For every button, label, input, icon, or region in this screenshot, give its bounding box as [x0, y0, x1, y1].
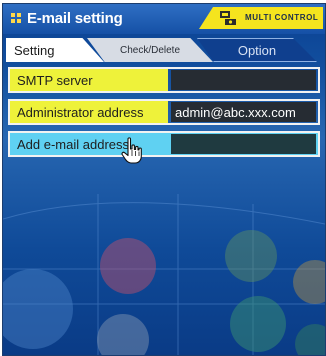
- multi-control-icon: [220, 11, 236, 25]
- settings-list: SMTP server Administrator address admin@…: [8, 67, 320, 163]
- title-bar: E-mail setting MULTI CONTROL: [3, 4, 325, 34]
- email-setting-window: E-mail setting MULTI CONTROL Option Chec…: [2, 3, 326, 356]
- administrator-address-label: Administrator address: [10, 101, 168, 123]
- administrator-address-row[interactable]: Administrator address admin@abc.xxx.com: [8, 99, 320, 125]
- window-title: E-mail setting: [27, 10, 123, 27]
- add-email-address-row[interactable]: Add e-mail address: [8, 131, 320, 157]
- tab-bar: Option Check/Delete Setting: [3, 38, 325, 62]
- smtp-server-label: SMTP server: [10, 69, 168, 91]
- badge-label: MULTI CONTROL: [245, 13, 319, 22]
- smtp-server-field[interactable]: [171, 70, 316, 90]
- tab-setting[interactable]: Setting: [6, 38, 104, 62]
- administrator-address-field[interactable]: admin@abc.xxx.com: [171, 102, 316, 122]
- tab-check-delete-label: Check/Delete: [119, 44, 181, 56]
- tab-option-label: Option: [237, 42, 277, 58]
- hand-cursor-icon: [121, 137, 142, 164]
- tab-setting-label: Setting: [14, 42, 55, 58]
- multi-control-badge: MULTI CONTROL: [199, 7, 323, 29]
- grid-icon: [11, 13, 22, 24]
- tab-check-delete[interactable]: Check/Delete: [87, 38, 213, 62]
- smtp-server-row[interactable]: SMTP server: [8, 67, 320, 93]
- add-email-address-field[interactable]: [171, 134, 316, 154]
- tab-option[interactable]: Option: [197, 38, 317, 62]
